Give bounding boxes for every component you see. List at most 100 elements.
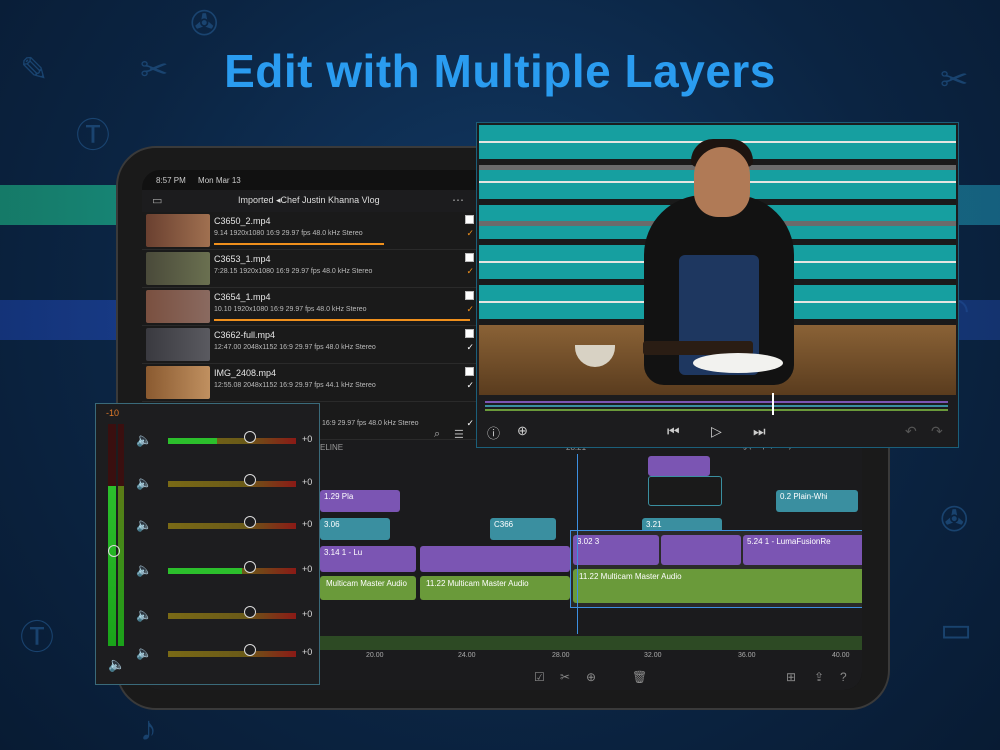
timecode: 24.00 <box>458 652 476 659</box>
channel-value: +0 <box>302 564 313 574</box>
timecode: 20.00 <box>366 652 384 659</box>
audio-track[interactable]: 11.22 Multicam Master Audio <box>573 569 862 603</box>
clip-row[interactable]: C3653_1.mp4 7:28.15 1920x1080 16:9 29.97… <box>142 250 482 288</box>
play-icon[interactable]: ▷ <box>711 423 722 440</box>
video-preview: ⓘ ⊕ ⏮ ▷ ⏭ ↶ ↷ <box>476 122 959 448</box>
clip-row[interactable]: IMG_2408.mp4 12:55.08 2048x1152 16:9 29.… <box>142 364 482 402</box>
folder-icon[interactable]: ▭ <box>152 194 162 207</box>
checkmark-icon: ✓ <box>466 380 474 390</box>
scissors-icon[interactable]: ✂ <box>560 670 570 684</box>
fader-knob[interactable] <box>244 516 256 528</box>
timecode: 40.00 <box>832 652 850 659</box>
layout-icon[interactable]: ⊞ <box>786 670 796 684</box>
media-browser-header: ▭ Imported ◂Chef Justin Khanna Vlog ⋯ <box>142 190 482 213</box>
film-reel-icon: ✇ <box>940 501 969 539</box>
timeline-clip[interactable]: 3.14 1 - Lu <box>320 546 416 572</box>
clip-thumbnail <box>146 290 210 323</box>
clip-row[interactable]: C3654_1.mp4 10.10 1920x1080 16:9 29.97 f… <box>142 288 482 326</box>
timeline-clip[interactable] <box>648 476 722 506</box>
undo-icon[interactable]: ↶ <box>905 423 917 440</box>
mixer-channel: 🔈 +0 <box>136 644 316 661</box>
mini-track <box>485 409 948 411</box>
clip-marker-icon <box>465 215 474 224</box>
timeline-clip[interactable]: 3.06 <box>320 518 390 540</box>
audio-track[interactable]: 11.22 Multicam Master Audio <box>420 576 570 600</box>
master-level-value: -10 <box>106 408 120 418</box>
audio-track[interactable]: Multicam Master Audio <box>320 576 416 600</box>
add-icon[interactable]: ⊕ <box>586 670 596 684</box>
text-icon: Ⓣ <box>76 117 110 155</box>
clip-meta: 10.10 1920x1080 16:9 29.97 fps 48.0 kHz … <box>214 306 367 313</box>
speaker-icon[interactable]: 🔈 <box>136 562 152 578</box>
film-reel-icon: ✇ <box>190 5 219 43</box>
preview-frame[interactable] <box>479 125 956 395</box>
plate <box>693 353 783 373</box>
speaker-icon[interactable]: 🔈 <box>136 517 152 533</box>
playhead[interactable] <box>577 454 578 634</box>
speaker-icon[interactable]: 🔈 <box>136 475 152 491</box>
master-meter-fill <box>108 486 116 646</box>
channel-fader[interactable] <box>168 481 296 487</box>
fader-knob[interactable] <box>244 606 256 618</box>
fader-knob[interactable] <box>244 561 256 573</box>
speaker-icon[interactable]: 🔈 <box>136 607 152 623</box>
mixer-channel: 🔈 +0 <box>136 431 316 448</box>
checkmark-icon: ✓ <box>466 342 474 352</box>
channel-fader[interactable] <box>168 523 296 529</box>
music-note-icon: ♪ <box>140 710 157 748</box>
channel-value: +0 <box>302 434 313 444</box>
channel-fader[interactable] <box>168 568 296 574</box>
channel-fader[interactable] <box>168 613 296 619</box>
speaker-icon[interactable]: 🔈 <box>108 656 125 673</box>
selected-clip-group[interactable]: 3.02 3 5.24 1 - LumaFusionRe 11.22 Multi… <box>570 530 862 608</box>
status-date: Mon Mar 13 <box>198 176 241 185</box>
clip-name: C3650_2.mp4 <box>214 216 271 226</box>
timeline-clip[interactable] <box>420 546 570 572</box>
page-title: Edit with Multiple Layers <box>224 45 776 97</box>
info-icon[interactable]: ⓘ <box>487 423 500 442</box>
mixer-channel: 🔈 +0 <box>136 516 316 533</box>
clip-usage-bar <box>214 243 384 245</box>
checkmark-icon: ✓ <box>466 266 474 276</box>
mini-track <box>485 405 948 407</box>
channel-value: +0 <box>302 609 313 619</box>
channel-fader[interactable] <box>168 651 296 657</box>
clip-thumbnail <box>146 366 210 399</box>
master-meter-left <box>108 424 116 646</box>
skip-forward-icon[interactable]: ⏭ <box>753 423 766 440</box>
timeline-clip[interactable] <box>661 535 741 565</box>
skip-back-icon[interactable]: ⏮ <box>667 423 680 440</box>
mini-playhead[interactable] <box>772 393 774 415</box>
help-icon[interactable]: ? <box>840 670 847 684</box>
clip-marker-icon <box>465 291 474 300</box>
timeline-clip[interactable]: 0.2 Plain-Whi <box>776 490 858 512</box>
timeline-clip[interactable] <box>648 456 710 476</box>
more-options-icon[interactable]: ⋯ <box>452 193 464 207</box>
channel-value: +0 <box>302 477 313 487</box>
clip-meta: 9.14 1920x1080 16:9 29.97 fps 48.0 kHz S… <box>214 230 363 237</box>
fader-knob[interactable] <box>244 644 256 656</box>
timeline-clip[interactable]: 5.24 1 - LumaFusionRe <box>743 535 862 565</box>
checkbox-tool-icon[interactable]: ☑ <box>534 670 545 684</box>
share-icon[interactable]: ⇪ <box>814 670 824 684</box>
fader-knob[interactable] <box>244 474 256 486</box>
timecode: 32.00 <box>644 652 662 659</box>
timeline-clip[interactable]: 3.02 3 <box>573 535 659 565</box>
clip-row[interactable]: C3662-full.mp4 12:47.00 2048x1152 16:9 2… <box>142 326 482 364</box>
channel-fader[interactable] <box>168 438 296 444</box>
trash-icon[interactable]: 🗑 <box>632 670 647 684</box>
fader-knob[interactable] <box>244 431 256 443</box>
speaker-icon[interactable]: 🔈 <box>136 645 152 661</box>
clip-row[interactable]: C3650_2.mp4 9.14 1920x1080 16:9 29.97 fp… <box>142 212 482 250</box>
mini-timeline[interactable] <box>485 393 948 415</box>
timeline-clip[interactable]: 1.29 Pla <box>320 490 400 512</box>
clip-name: C3654_1.mp4 <box>214 292 271 302</box>
redo-icon[interactable]: ↷ <box>931 423 943 440</box>
timeline-clip[interactable]: C366 <box>490 518 556 540</box>
master-fader-knob[interactable] <box>108 545 120 557</box>
clip-name: C3662-full.mp4 <box>214 330 276 340</box>
marker-icon[interactable]: ⊕ <box>517 423 528 439</box>
speaker-icon[interactable]: 🔈 <box>136 432 152 448</box>
media-browser-title[interactable]: Imported ◂Chef Justin Khanna Vlog <box>238 195 380 206</box>
checkmark-icon: ✓ <box>466 228 474 238</box>
